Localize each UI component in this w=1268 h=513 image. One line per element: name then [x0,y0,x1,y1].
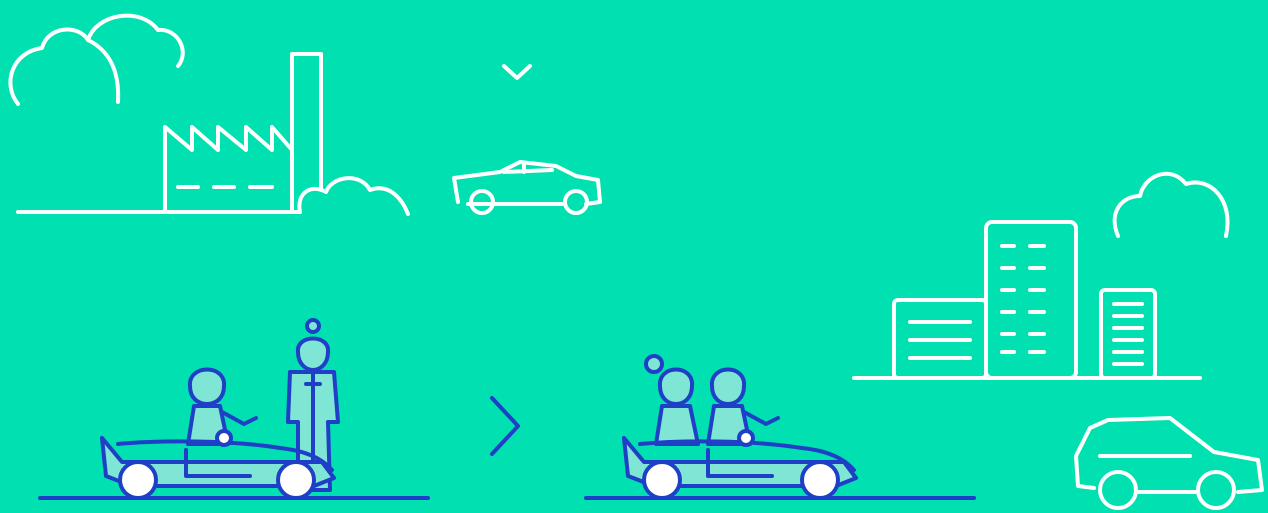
carpooling-illustration [8,13,1264,510]
chevron-down-icon [502,64,532,80]
cloud-icon [8,13,185,106]
suv-car-icon [1074,416,1264,510]
city-buildings-icon [852,220,1202,380]
cloud-icon [1112,171,1230,238]
sedan-car-icon [452,160,602,215]
convertible-driver-and-pedestrian-icon [38,318,430,500]
chevron-right-icon [490,396,520,456]
factory-icon [16,52,410,216]
